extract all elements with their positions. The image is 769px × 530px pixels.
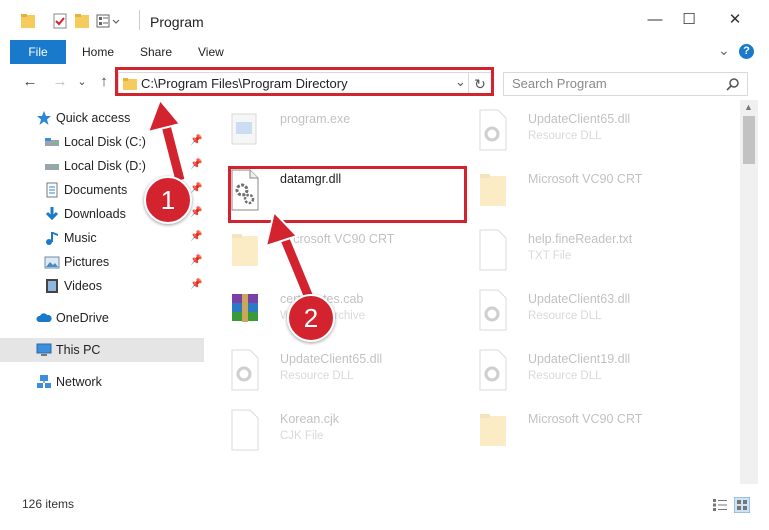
status-bar: 126 items <box>0 494 769 516</box>
step-2-badge: 2 <box>287 294 335 342</box>
large-icons-view-icon[interactable] <box>734 497 750 513</box>
step-1-badge: 1 <box>144 176 192 224</box>
item-count: 126 items <box>22 497 75 511</box>
details-view-icon[interactable] <box>712 498 728 512</box>
annotation-arrows <box>146 98 317 303</box>
